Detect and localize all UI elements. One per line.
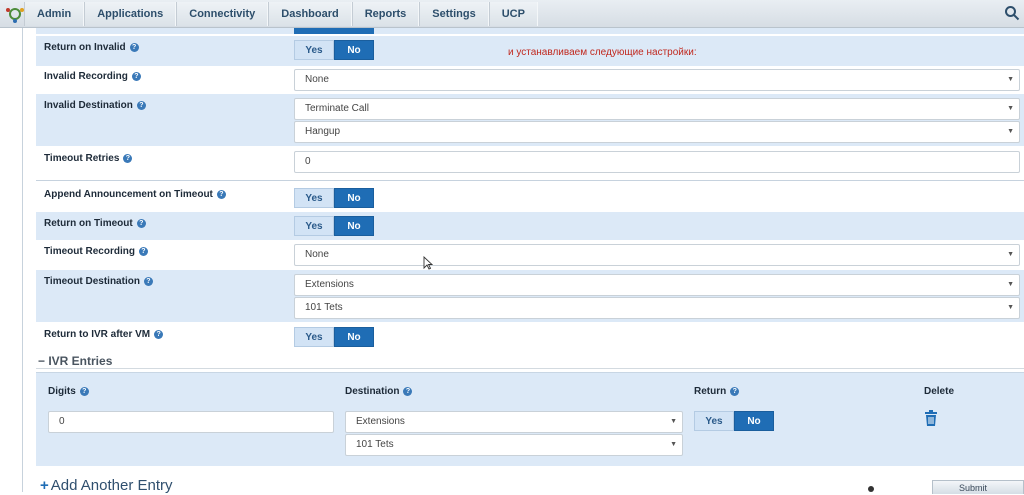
help-icon[interactable]: ? [403, 387, 413, 396]
nav-tab-reports[interactable]: Reports [351, 2, 420, 26]
column-header-return: Return? [694, 386, 740, 397]
nav-tab-settings[interactable]: Settings [419, 2, 489, 26]
plus-icon: + [40, 477, 49, 494]
toggle-no[interactable]: No [334, 216, 374, 236]
row-timeout-recording: Timeout Recording? None ▼ [36, 240, 1024, 270]
help-icon[interactable]: ? [136, 219, 146, 228]
scroll-indicator [868, 486, 874, 492]
toggle-yes[interactable]: Yes [694, 411, 734, 431]
label-timeout-retries: Timeout Retries? [44, 153, 133, 164]
select-timeout-destination-type[interactable]: Extensions ▼ [294, 274, 1020, 296]
nav-tab-connectivity[interactable]: Connectivity [176, 2, 269, 26]
nav-tab-ucp[interactable]: UCP [488, 2, 538, 26]
column-header-delete: Delete [924, 386, 955, 397]
nav-tab-dashboard[interactable]: Dashboard [268, 2, 352, 26]
row-timeout-destination: Timeout Destination? Extensions ▼ 101 Tet… [36, 270, 1024, 322]
select-timeout-recording[interactable]: None ▼ [294, 244, 1020, 266]
chevron-down-icon: ▼ [1007, 76, 1014, 83]
toggle-yes[interactable]: Yes [294, 188, 334, 208]
ivr-destination-target-select[interactable]: 101 Tets ▼ [345, 434, 683, 456]
nav-tab-applications[interactable]: Applications [84, 2, 177, 26]
column-header-destination: Destination? [345, 386, 413, 397]
left-divider [22, 28, 23, 492]
label-return-to-ivr-after-vm: Return to IVR after VM? [44, 329, 164, 340]
section-divider [36, 368, 1024, 369]
ivr-return-toggle[interactable]: Yes No [694, 411, 774, 431]
divider [36, 180, 1024, 181]
toggle-no[interactable]: No [334, 40, 374, 60]
row-return-to-ivr-after-vm: Return to IVR after VM? Yes No [36, 324, 1024, 352]
select-invalid-destination-target[interactable]: Hangup ▼ [294, 121, 1020, 143]
toggle-append-announcement-timeout[interactable]: Yes No [294, 188, 374, 208]
help-icon[interactable]: ? [154, 330, 164, 339]
chevron-down-icon: ▼ [1007, 304, 1014, 311]
ivr-digits-input[interactable]: 0 [48, 411, 334, 433]
toggle-yes[interactable]: Yes [294, 327, 334, 347]
help-icon[interactable]: ? [136, 101, 146, 110]
label-timeout-recording: Timeout Recording? [44, 246, 148, 257]
search-icon[interactable] [1004, 5, 1020, 21]
chevron-down-icon: ▼ [1007, 128, 1014, 135]
help-icon[interactable]: ? [138, 247, 148, 256]
row-invalid-recording: Invalid Recording? None ▼ [36, 66, 1024, 94]
help-icon[interactable]: ? [730, 387, 740, 396]
toggle-return-on-timeout[interactable]: Yes No [294, 216, 374, 236]
chevron-down-icon: ▼ [670, 441, 677, 448]
chevron-down-icon: ▼ [1007, 281, 1014, 288]
toggle-return-to-ivr-after-vm[interactable]: Yes No [294, 327, 374, 347]
chevron-down-icon: ▼ [670, 418, 677, 425]
row-invalid-destination: Invalid Destination? Terminate Call ▼ Han… [36, 94, 1024, 146]
row-append-announcement-timeout: Append Announcement on Timeout? Yes No [36, 183, 1024, 211]
toggle-no[interactable]: No [334, 188, 374, 208]
help-icon[interactable]: ? [129, 43, 139, 52]
chevron-down-icon: ▼ [1007, 105, 1014, 112]
help-icon[interactable]: ? [79, 387, 89, 396]
ivr-destination-type-select[interactable]: Extensions ▼ [345, 411, 683, 433]
select-timeout-destination-target[interactable]: 101 Tets ▼ [294, 297, 1020, 319]
label-append-announcement-timeout: Append Announcement on Timeout? [44, 189, 226, 200]
toggle-no[interactable]: No [734, 411, 774, 431]
toggle-return-on-invalid[interactable]: Yes No [294, 40, 374, 60]
label-invalid-destination: Invalid Destination? [44, 100, 146, 111]
toggle-no[interactable]: No [334, 327, 374, 347]
top-navigation: Admin Applications Connectivity Dashboar… [0, 0, 1024, 28]
toggle-yes[interactable]: Yes [294, 40, 334, 60]
timeout-retries-input[interactable]: 0 [294, 151, 1020, 173]
cursor-icon [423, 256, 433, 270]
label-return-on-invalid: Return on Invalid? [44, 42, 139, 53]
label-invalid-recording: Invalid Recording? [44, 71, 141, 82]
row-timeout-retries: Timeout Retries? 0 [36, 148, 1024, 178]
row-return-on-timeout: Return on Timeout? Yes No [36, 212, 1024, 240]
instruction-note: и устанавливаем следующие настройки: [508, 47, 697, 58]
help-icon[interactable]: ? [131, 72, 141, 81]
logo-icon[interactable] [4, 4, 26, 24]
toggle-partial [294, 28, 374, 34]
label-timeout-destination: Timeout Destination? [44, 276, 153, 287]
add-another-entry-button[interactable]: + Add Another Entry [40, 477, 173, 494]
nav-tabs: Admin Applications Connectivity Dashboar… [24, 2, 538, 26]
label-return-on-timeout: Return on Timeout? [44, 218, 146, 229]
section-ivr-entries-toggle[interactable]: − IVR Entries [38, 354, 112, 368]
help-icon[interactable]: ? [143, 277, 153, 286]
select-invalid-destination-type[interactable]: Terminate Call ▼ [294, 98, 1020, 120]
toggle-yes[interactable]: Yes [294, 216, 334, 236]
help-icon[interactable]: ? [216, 190, 226, 199]
select-invalid-recording[interactable]: None ▼ [294, 69, 1020, 91]
chevron-down-icon: ▼ [1007, 251, 1014, 258]
help-icon[interactable]: ? [123, 154, 133, 163]
nav-tab-admin[interactable]: Admin [24, 2, 85, 26]
form-row-partial [36, 28, 1024, 34]
column-header-digits: Digits? [48, 386, 89, 397]
trash-icon[interactable] [922, 409, 940, 427]
